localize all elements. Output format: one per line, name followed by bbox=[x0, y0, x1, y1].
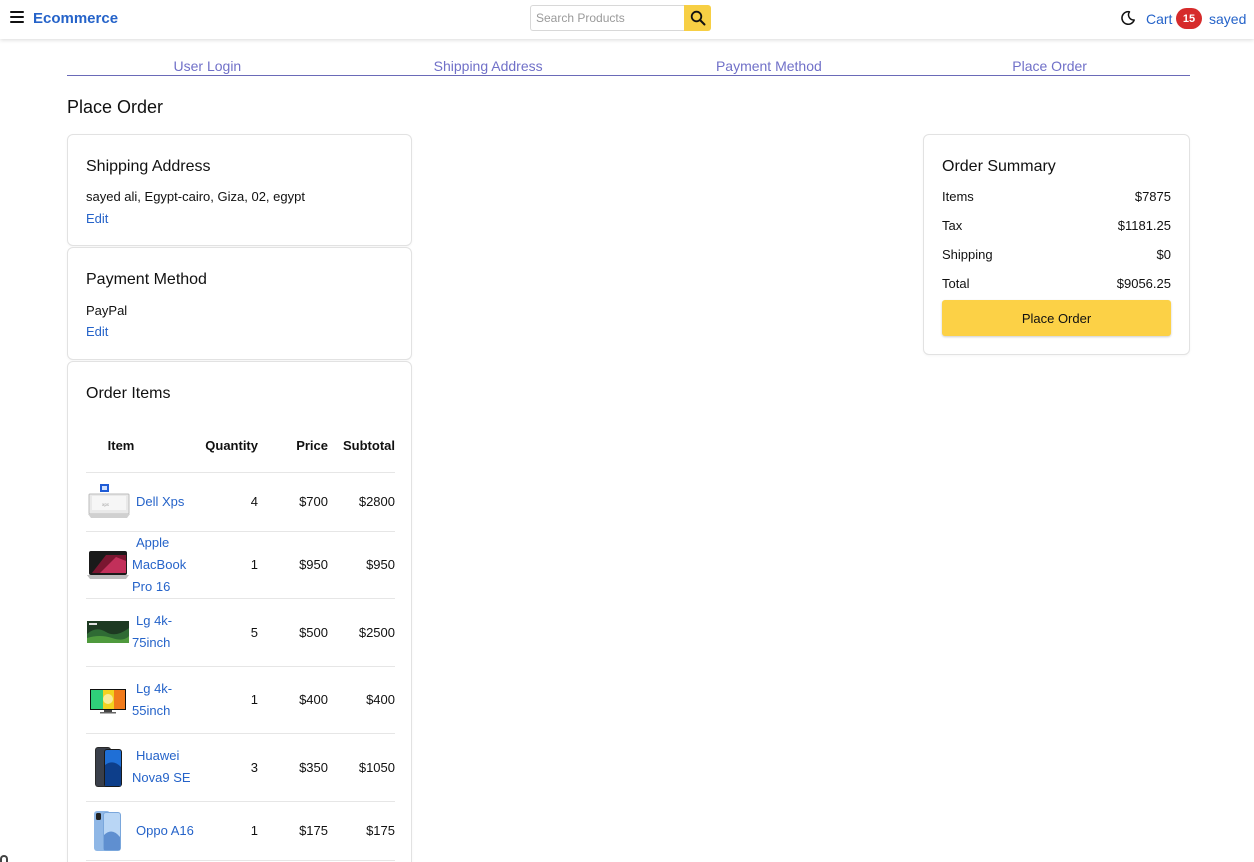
column-header-subtotal: Subtotal bbox=[328, 419, 395, 473]
summary-shipping-value: $0 bbox=[1156, 247, 1171, 262]
price-cell: $400 bbox=[260, 666, 328, 734]
step-payment-method[interactable]: Payment Method bbox=[629, 55, 910, 75]
step-place-order[interactable]: Place Order bbox=[909, 55, 1190, 75]
quantity-cell: 1 bbox=[204, 801, 260, 861]
table-row: Lg 4k-75inch 5 $500 $2500 bbox=[86, 598, 395, 667]
summary-total-label: Total bbox=[942, 276, 970, 291]
column-header-quantity: Quantity bbox=[204, 419, 260, 473]
shipping-address-text: sayed ali, Egypt-cairo, Giza, 02, egypt bbox=[86, 189, 305, 204]
table-row: Lg 4k-55inch 1 $400 $400 bbox=[86, 666, 395, 734]
product-link[interactable]: Dell Xps bbox=[130, 491, 198, 513]
order-items-card: Order Items Item Quantity Price Subtotal bbox=[67, 361, 412, 862]
order-items-table: Item Quantity Price Subtotal xps Dell Xp… bbox=[86, 419, 395, 861]
tv-icon[interactable] bbox=[86, 678, 130, 722]
cart-link[interactable]: Cart bbox=[1146, 11, 1172, 27]
payment-card-title: Payment Method bbox=[86, 271, 207, 288]
search-bar bbox=[530, 5, 711, 31]
bottom-edge-icon bbox=[0, 855, 8, 862]
summary-row-items: Items $7875 bbox=[942, 189, 1171, 204]
shipping-card-title: Shipping Address bbox=[86, 158, 211, 175]
price-cell: $500 bbox=[260, 598, 328, 667]
page-title: Place Order bbox=[67, 97, 164, 117]
step-shipping-address[interactable]: Shipping Address bbox=[348, 55, 629, 75]
subtotal-cell: $2800 bbox=[328, 472, 395, 532]
menu-icon[interactable] bbox=[10, 11, 24, 25]
quantity-cell: 3 bbox=[204, 733, 260, 802]
payment-method-card: Payment Method PayPal Edit bbox=[67, 247, 412, 360]
place-order-button[interactable]: Place Order bbox=[942, 300, 1171, 336]
summary-row-tax: Tax $1181.25 bbox=[942, 218, 1171, 233]
edit-payment-link[interactable]: Edit bbox=[86, 324, 108, 339]
top-navbar: Ecommerce Cart 15 sayed bbox=[0, 0, 1254, 39]
table-row: Huawei Nova9 SE 3 $350 $1050 bbox=[86, 733, 395, 802]
product-link[interactable]: Lg 4k-75inch bbox=[130, 610, 198, 654]
dark-mode-toggle[interactable] bbox=[1120, 10, 1136, 26]
price-cell: $950 bbox=[260, 531, 328, 599]
edit-shipping-link[interactable]: Edit bbox=[86, 211, 108, 226]
macbook-icon[interactable] bbox=[86, 543, 130, 587]
order-items-title: Order Items bbox=[86, 385, 171, 402]
table-header-row: Item Quantity Price Subtotal bbox=[86, 419, 395, 473]
summary-items-label: Items bbox=[942, 189, 974, 204]
column-header-item: Item bbox=[86, 419, 204, 473]
search-icon bbox=[690, 10, 705, 26]
shipping-address-card: Shipping Address sayed ali, Egypt-cairo,… bbox=[67, 134, 412, 246]
subtotal-cell: $175 bbox=[328, 801, 395, 861]
quantity-cell: 1 bbox=[204, 666, 260, 734]
table-row: Apple MacBook Pro 16 1 $950 $950 bbox=[86, 531, 395, 599]
moon-icon bbox=[1121, 10, 1135, 26]
phone-icon[interactable] bbox=[86, 745, 130, 789]
product-link[interactable]: Lg 4k-55inch bbox=[130, 678, 198, 722]
summary-shipping-label: Shipping bbox=[942, 247, 993, 262]
summary-title: Order Summary bbox=[942, 158, 1056, 175]
table-row: Oppo A16 1 $175 $175 bbox=[86, 801, 395, 861]
summary-row-shipping: Shipping $0 bbox=[942, 247, 1171, 262]
table-row: xps Dell Xps 4 $700 $2800 bbox=[86, 472, 395, 532]
summary-total-value: $9056.25 bbox=[1116, 276, 1171, 291]
cart-count-badge: 15 bbox=[1176, 8, 1202, 29]
price-cell: $700 bbox=[260, 472, 328, 532]
laptop-icon[interactable]: xps bbox=[86, 480, 130, 524]
quantity-cell: 5 bbox=[204, 598, 260, 667]
phone-icon[interactable] bbox=[86, 809, 130, 853]
step-user-login[interactable]: User Login bbox=[67, 55, 348, 75]
svg-text:xps: xps bbox=[102, 502, 109, 507]
brand-link[interactable]: Ecommerce bbox=[33, 10, 118, 27]
subtotal-cell: $400 bbox=[328, 666, 395, 734]
summary-items-value: $7875 bbox=[1134, 189, 1171, 204]
subtotal-cell: $2500 bbox=[328, 598, 395, 667]
quantity-cell: 1 bbox=[204, 531, 260, 599]
summary-tax-label: Tax bbox=[942, 218, 963, 233]
product-link[interactable]: Apple MacBook Pro 16 bbox=[130, 532, 198, 598]
user-menu-link[interactable]: sayed bbox=[1209, 11, 1246, 27]
price-cell: $175 bbox=[260, 801, 328, 861]
product-link[interactable]: Huawei Nova9 SE bbox=[130, 745, 198, 789]
subtotal-cell: $950 bbox=[328, 531, 395, 599]
search-input[interactable] bbox=[530, 5, 684, 31]
summary-tax-value: $1181.25 bbox=[1117, 218, 1171, 233]
product-link[interactable]: Oppo A16 bbox=[130, 820, 198, 842]
tv-icon[interactable] bbox=[86, 610, 130, 654]
search-button[interactable] bbox=[684, 5, 711, 31]
price-cell: $350 bbox=[260, 733, 328, 802]
order-summary-card: Order Summary Items $7875 Tax $1181.25 S… bbox=[923, 134, 1190, 355]
checkout-steps: User Login Shipping Address Payment Meth… bbox=[67, 55, 1190, 76]
summary-row-total: Total $9056.25 bbox=[942, 276, 1171, 291]
quantity-cell: 4 bbox=[204, 472, 260, 532]
payment-method-text: PayPal bbox=[86, 303, 128, 318]
column-header-price: Price bbox=[260, 419, 328, 473]
subtotal-cell: $1050 bbox=[328, 733, 395, 802]
